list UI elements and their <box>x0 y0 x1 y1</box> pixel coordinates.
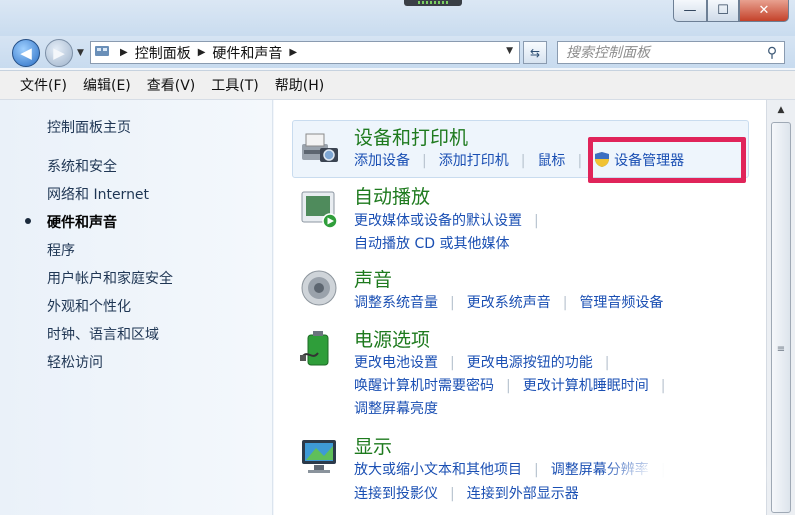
address-dropdown-icon[interactable]: ▼ <box>506 46 513 56</box>
link-require-password-wake[interactable]: 唤醒计算机时需要密码 <box>354 378 494 394</box>
link-separator: | <box>422 153 427 169</box>
sidebar-list: 系统和安全 网络和 Internet 硬件和声音 程序 用户帐户和家庭安全 外观… <box>25 156 173 380</box>
menu-tools[interactable]: 工具(T) <box>203 75 266 95</box>
links-power-row3: 调整屏幕亮度 <box>354 398 438 418</box>
top-indicator <box>404 0 462 6</box>
link-text-size[interactable]: 放大或缩小文本和其他项目 <box>354 462 522 478</box>
link-separator: | <box>604 355 610 371</box>
link-change-media-defaults[interactable]: 更改媒体或设备的默认设置 <box>354 213 522 229</box>
search-icon[interactable]: ⚲ <box>760 45 784 61</box>
back-arrow-icon: ◀ <box>20 44 32 62</box>
search-box[interactable]: ⚲ <box>557 41 785 64</box>
category-title-autoplay[interactable]: 自动播放 <box>354 182 430 209</box>
link-change-power-buttons[interactable]: 更改电源按钮的功能 <box>467 355 593 371</box>
category-autoplay: 自动播放 更改媒体或设备的默认设置 | 自动播放 CD 或其他媒体 <box>292 182 749 252</box>
sidebar-item-user-accounts[interactable]: 用户帐户和家庭安全 <box>47 268 173 296</box>
link-autoplay-cd[interactable]: 自动播放 CD 或其他媒体 <box>354 236 509 252</box>
breadcrumb-control-panel[interactable]: 控制面板 <box>135 43 191 63</box>
link-add-device[interactable]: 添加设备 <box>354 153 410 169</box>
forward-arrow-icon: ▶ <box>53 44 65 62</box>
link-adjust-brightness[interactable]: 调整屏幕亮度 <box>354 401 438 417</box>
sidebar-item-hardware-sound[interactable]: 硬件和声音 <box>25 212 173 240</box>
monitor-icon <box>302 440 336 473</box>
category-title-sound[interactable]: 声音 <box>354 265 392 292</box>
breadcrumb-hardware-sound[interactable]: 硬件和声音 <box>212 43 282 63</box>
category-title-power-options[interactable]: 电源选项 <box>354 325 430 352</box>
link-manage-audio-devices[interactable]: 管理音频设备 <box>579 295 663 311</box>
scroll-thumb[interactable]: ≡ <box>771 122 791 513</box>
links-sound: 调整系统音量 | 更改系统声音 | 管理音频设备 <box>354 292 663 312</box>
menu-view[interactable]: 查看(V) <box>139 75 204 95</box>
link-separator: | <box>660 378 666 394</box>
refresh-icon: ⇆ <box>529 45 541 60</box>
links-display-row2: 连接到投影仪 | 连接到外部显示器 <box>354 483 579 503</box>
link-change-battery-settings[interactable]: 更改电池设置 <box>354 355 438 371</box>
link-separator: | <box>450 486 455 502</box>
maximize-button[interactable]: ☐ <box>707 0 739 22</box>
watermark-overlay <box>600 440 770 510</box>
link-connect-projector[interactable]: 连接到投影仪 <box>354 486 438 502</box>
breadcrumb-separator-icon[interactable]: ▶ <box>191 47 213 58</box>
minimize-button[interactable]: — <box>673 0 707 22</box>
recent-pages-dropdown[interactable]: ▼ <box>77 48 84 58</box>
battery-power-icon <box>300 331 329 366</box>
autoplay-icon <box>301 191 338 229</box>
link-separator: | <box>562 295 568 311</box>
vertical-scrollbar[interactable]: ▲ ≡ <box>766 100 795 515</box>
sidebar-item-system-security[interactable]: 系统和安全 <box>47 156 173 184</box>
navigation-bar: ◀ ▶ ▼ ▶ 控制面板 ▶ 硬件和声音 ▶ ▼ ⇆ ⚲ <box>0 36 795 68</box>
links-autoplay-row2: 自动播放 CD 或其他媒体 <box>354 233 509 253</box>
links-power-row2: 唤醒计算机时需要密码 | 更改计算机睡眠时间 | <box>354 375 677 395</box>
search-input[interactable] <box>558 42 760 63</box>
category-title-display[interactable]: 显示 <box>354 432 392 459</box>
breadcrumb-separator-icon[interactable]: ▶ <box>113 47 135 58</box>
title-bar: — ☐ ✕ <box>0 0 795 36</box>
category-title-devices-printers[interactable]: 设备和打印机 <box>354 123 468 150</box>
link-adjust-volume[interactable]: 调整系统音量 <box>354 295 438 311</box>
window-controls: — ☐ ✕ <box>673 0 789 22</box>
link-add-printer[interactable]: 添加打印机 <box>439 153 509 169</box>
link-separator: | <box>534 462 539 478</box>
category-power-options: 电源选项 更改电池设置 | 更改电源按钮的功能 | 唤醒计算机时需要密码 | 更改计算机睡… <box>292 325 749 420</box>
category-sound: 声音 调整系统音量 | 更改系统声音 | 管理音频设备 <box>292 265 749 315</box>
sidebar-item-appearance[interactable]: 外观和个性化 <box>47 296 173 324</box>
link-separator: | <box>520 153 526 169</box>
menu-edit[interactable]: 编辑(E) <box>75 75 139 95</box>
scroll-up-arrow-icon[interactable]: ▲ <box>771 102 791 118</box>
breadcrumb-separator-icon[interactable]: ▶ <box>282 47 304 58</box>
link-connect-external-display[interactable]: 连接到外部显示器 <box>467 486 579 502</box>
sidebar-item-ease-of-access[interactable]: 轻松访问 <box>47 352 173 380</box>
link-change-system-sounds[interactable]: 更改系统声音 <box>467 295 551 311</box>
back-button[interactable]: ◀ <box>12 39 40 67</box>
sidebar-home-link[interactable]: 控制面板主页 <box>47 117 131 137</box>
link-mouse[interactable]: 鼠标 <box>537 153 565 169</box>
link-separator: | <box>534 213 539 229</box>
link-separator: | <box>450 295 455 311</box>
chevron-down-icon: ▼ <box>77 48 84 58</box>
printer-camera-icon <box>302 133 338 162</box>
left-navigation-pane: 控制面板主页 系统和安全 网络和 Internet 硬件和声音 程序 用户帐户和… <box>0 100 273 515</box>
links-power-row1: 更改电池设置 | 更改电源按钮的功能 | <box>354 352 621 372</box>
grip-icon: ≡ <box>776 344 786 355</box>
sidebar-item-programs[interactable]: 程序 <box>47 240 173 268</box>
menu-file[interactable]: 文件(F) <box>12 75 75 95</box>
link-separator: | <box>506 378 511 394</box>
menu-help[interactable]: 帮助(H) <box>267 75 332 95</box>
link-change-sleep-time[interactable]: 更改计算机睡眠时间 <box>523 378 649 394</box>
address-bar[interactable]: ▶ 控制面板 ▶ 硬件和声音 ▶ ▼ <box>90 41 520 64</box>
link-separator: | <box>450 355 455 371</box>
sidebar-item-network[interactable]: 网络和 Internet <box>47 184 173 212</box>
device-manager-highlight-box <box>588 137 746 183</box>
refresh-button[interactable]: ⇆ <box>523 41 547 64</box>
menu-bar: 文件(F) 编辑(E) 查看(V) 工具(T) 帮助(H) <box>0 70 795 100</box>
links-autoplay-row1: 更改媒体或设备的默认设置 | <box>354 210 551 230</box>
control-panel-icon <box>91 44 113 62</box>
close-button[interactable]: ✕ <box>739 0 789 22</box>
sidebar-item-clock-language[interactable]: 时钟、语言和区域 <box>47 324 173 352</box>
speaker-icon <box>301 270 337 306</box>
forward-button[interactable]: ▶ <box>45 39 73 67</box>
